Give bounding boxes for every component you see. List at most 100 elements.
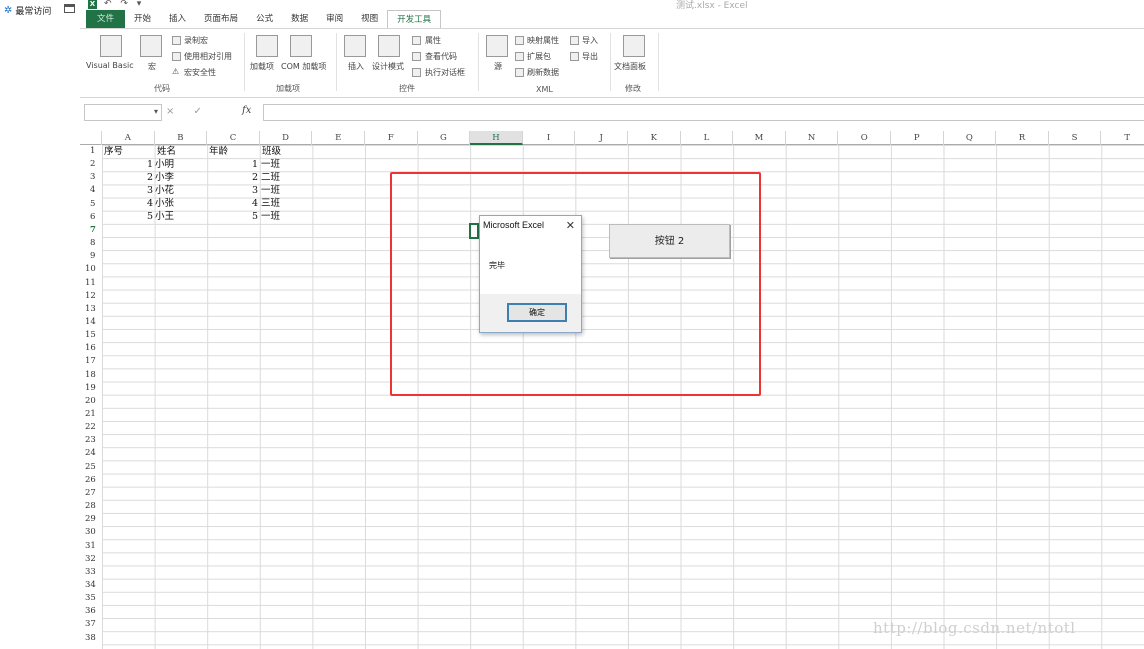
ok-button[interactable]: 确定 xyxy=(507,303,567,322)
chevron-down-icon[interactable]: ▾ xyxy=(154,107,158,116)
row-header-3[interactable]: 3 xyxy=(80,171,102,184)
row-header-13[interactable]: 13 xyxy=(80,303,102,316)
tab-insert[interactable]: 插入 xyxy=(160,10,195,28)
insert-control-button[interactable]: 插入 xyxy=(348,61,364,72)
cell-class-no[interactable]: 3 xyxy=(207,184,258,197)
design-mode-button[interactable]: 设计模式 xyxy=(372,61,404,72)
tab-view[interactable]: 视图 xyxy=(352,10,387,28)
insert-function-button[interactable]: fx xyxy=(242,105,251,116)
cell-class-no[interactable]: 4 xyxy=(207,197,258,210)
row-header-21[interactable]: 21 xyxy=(80,408,102,421)
cell-name[interactable]: 小王 xyxy=(155,210,174,223)
header-cell-age[interactable]: 年龄 xyxy=(209,145,228,158)
com-addins-button[interactable]: COM 加载项 xyxy=(281,61,326,72)
column-header-i[interactable]: I xyxy=(523,131,576,145)
row-header-5[interactable]: 5 xyxy=(80,198,102,211)
quick-access-item[interactable]: ✲ 最常访问 xyxy=(4,4,51,17)
cell-name[interactable]: 小明 xyxy=(155,158,174,171)
row-header-28[interactable]: 28 xyxy=(80,500,102,513)
column-header-j[interactable]: J xyxy=(575,131,628,145)
column-header-r[interactable]: R xyxy=(996,131,1049,145)
row-header-19[interactable]: 19 xyxy=(80,382,102,395)
header-cell-no[interactable]: 序号 xyxy=(104,145,123,158)
row-header-6[interactable]: 6 xyxy=(80,211,102,224)
row-header-37[interactable]: 37 xyxy=(80,618,102,631)
row-header-27[interactable]: 27 xyxy=(80,487,102,500)
record-macro-button[interactable]: 录制宏 xyxy=(184,35,208,46)
cell-class[interactable]: 二班 xyxy=(261,171,280,184)
expansion-pack-button[interactable]: 扩展包 xyxy=(527,51,551,62)
column-header-t[interactable]: T xyxy=(1101,131,1144,145)
cell-class[interactable]: 一班 xyxy=(261,184,280,197)
macros-button[interactable]: 宏 xyxy=(148,61,156,72)
column-header-o[interactable]: O xyxy=(838,131,891,145)
close-icon[interactable]: ✕ xyxy=(566,219,575,232)
formula-cancel-enter-buttons[interactable]: × ✓ xyxy=(166,106,210,117)
refresh-data-button[interactable]: 刷新数据 xyxy=(527,67,559,78)
column-header-c[interactable]: C xyxy=(207,131,260,145)
cell-name[interactable]: 小李 xyxy=(155,171,174,184)
row-header-18[interactable]: 18 xyxy=(80,369,102,382)
column-header-g[interactable]: G xyxy=(418,131,471,145)
row-header-14[interactable]: 14 xyxy=(80,316,102,329)
relative-ref-button[interactable]: 使用相对引用 xyxy=(184,51,232,62)
addins-button[interactable]: 加载项 xyxy=(250,61,274,72)
cell-no[interactable]: 5 xyxy=(102,210,153,223)
select-all-corner[interactable] xyxy=(80,131,102,145)
tab-page-layout[interactable]: 页面布局 xyxy=(195,10,247,28)
name-box[interactable]: ▾ xyxy=(84,104,162,121)
cell-no[interactable]: 4 xyxy=(102,197,153,210)
row-header-7[interactable]: 7 xyxy=(80,224,102,237)
column-header-b[interactable]: B xyxy=(155,131,208,145)
tab-developer[interactable]: 开发工具 xyxy=(387,10,442,28)
view-code-button[interactable]: 查看代码 xyxy=(425,51,457,62)
row-header-8[interactable]: 8 xyxy=(80,237,102,250)
import-button[interactable]: 导入 xyxy=(582,35,598,46)
row-header-17[interactable]: 17 xyxy=(80,355,102,368)
cell-name[interactable]: 小花 xyxy=(155,184,174,197)
row-header-30[interactable]: 30 xyxy=(80,526,102,539)
column-header-k[interactable]: K xyxy=(628,131,681,145)
row-header-34[interactable]: 34 xyxy=(80,579,102,592)
column-header-a[interactable]: A xyxy=(102,131,155,145)
column-header-s[interactable]: S xyxy=(1049,131,1102,145)
run-dialog-button[interactable]: 执行对话框 xyxy=(425,67,465,78)
tab-file[interactable]: 文件 xyxy=(86,10,126,28)
column-header-d[interactable]: D xyxy=(260,131,313,145)
tab-home[interactable]: 开始 xyxy=(125,10,160,28)
column-header-q[interactable]: Q xyxy=(944,131,997,145)
column-header-m[interactable]: M xyxy=(733,131,786,145)
tab-review[interactable]: 审阅 xyxy=(317,10,352,28)
properties-button[interactable]: 属性 xyxy=(425,35,441,46)
row-header-20[interactable]: 20 xyxy=(80,395,102,408)
header-cell-name[interactable]: 姓名 xyxy=(157,145,176,158)
map-properties-button[interactable]: 映射属性 xyxy=(527,35,559,46)
row-header-36[interactable]: 36 xyxy=(80,605,102,618)
document-panel-button[interactable]: 文档面板 xyxy=(614,61,646,72)
cell-name[interactable]: 小张 xyxy=(155,197,174,210)
cell-no[interactable]: 3 xyxy=(102,184,153,197)
folder-icon[interactable] xyxy=(64,4,75,13)
tab-formulas[interactable]: 公式 xyxy=(247,10,282,28)
row-header-22[interactable]: 22 xyxy=(80,421,102,434)
quick-access-toolbar[interactable]: ↶ ↷ ▾ xyxy=(104,0,144,9)
cell-class[interactable]: 一班 xyxy=(261,158,280,171)
row-header-31[interactable]: 31 xyxy=(80,540,102,553)
xml-source-button[interactable]: 源 xyxy=(494,61,502,72)
column-header-p[interactable]: P xyxy=(891,131,944,145)
column-header-e[interactable]: E xyxy=(312,131,365,145)
row-header-9[interactable]: 9 xyxy=(80,250,102,263)
column-header-f[interactable]: F xyxy=(365,131,418,145)
header-cell-class[interactable]: 班级 xyxy=(262,145,281,158)
cell-no[interactable]: 1 xyxy=(102,158,153,171)
row-header-1[interactable]: 1 xyxy=(80,145,102,158)
row-header-35[interactable]: 35 xyxy=(80,592,102,605)
row-header-16[interactable]: 16 xyxy=(80,342,102,355)
column-header-h[interactable]: H xyxy=(470,131,523,145)
row-header-26[interactable]: 26 xyxy=(80,474,102,487)
row-header-32[interactable]: 32 xyxy=(80,553,102,566)
row-header-10[interactable]: 10 xyxy=(80,263,102,276)
row-header-12[interactable]: 12 xyxy=(80,290,102,303)
row-header-4[interactable]: 4 xyxy=(80,184,102,197)
row-header-23[interactable]: 23 xyxy=(80,434,102,447)
